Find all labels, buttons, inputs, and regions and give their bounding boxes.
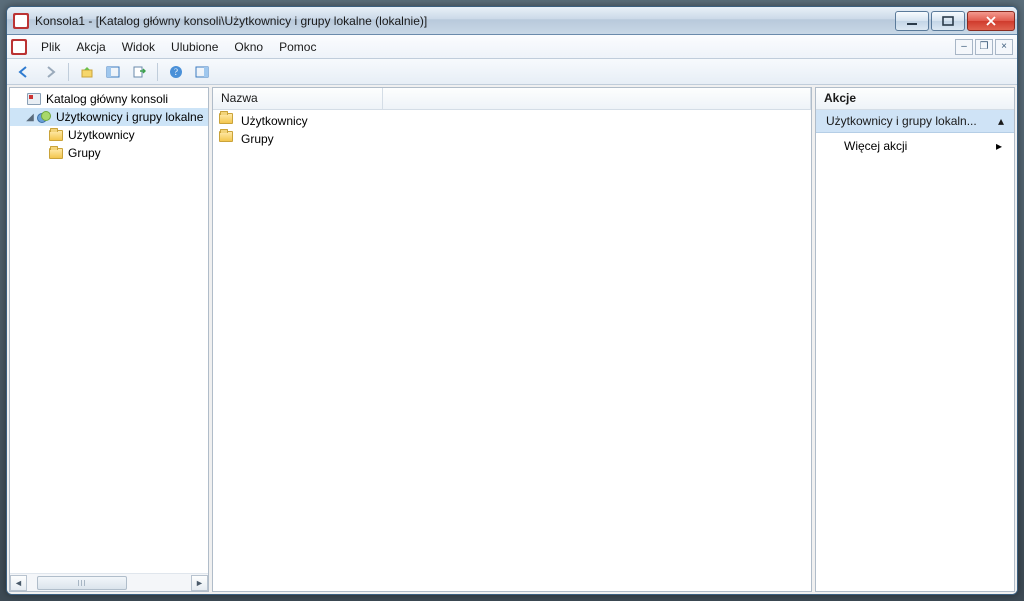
folder-up-icon <box>80 65 94 79</box>
tree-groups-label: Grupy <box>68 146 101 160</box>
toolbar: ? <box>7 59 1017 85</box>
minimize-button[interactable] <box>895 11 929 31</box>
scroll-track[interactable] <box>27 575 191 591</box>
scroll-right-button[interactable]: ► <box>191 575 208 591</box>
toolbar-separator <box>68 63 69 81</box>
actions-group-header[interactable]: Użytkownicy i grupy lokaln... ▴ <box>816 110 1014 133</box>
list-item-users[interactable]: Użytkownicy <box>213 112 811 130</box>
list-body: Użytkownicy Grupy <box>213 110 811 591</box>
actions-pane: Akcje Użytkownicy i grupy lokaln... ▴ Wi… <box>815 87 1015 592</box>
window-title: Konsola1 - [Katalog główny konsoli\Użytk… <box>35 14 893 28</box>
chevron-down-icon[interactable]: ◢ <box>24 112 36 123</box>
toolbar-separator <box>157 63 158 81</box>
minimize-icon <box>906 16 918 26</box>
window-controls <box>893 11 1015 31</box>
action-pane-icon <box>195 65 209 79</box>
console-root-icon <box>26 91 42 107</box>
tree-users-label: Użytkownicy <box>68 128 135 142</box>
chevron-right-icon: ▸ <box>996 139 1002 153</box>
titlebar[interactable]: Konsola1 - [Katalog główny konsoli\Użytk… <box>7 7 1017 35</box>
maximize-icon <box>942 16 954 26</box>
tree-pane-icon <box>106 65 120 79</box>
folder-icon <box>48 145 64 161</box>
arrow-right-icon <box>43 65 57 79</box>
actions-header-label: Akcje <box>824 91 856 105</box>
app-icon <box>13 13 29 29</box>
mdi-close-button[interactable]: × <box>995 39 1013 55</box>
maximize-button[interactable] <box>931 11 965 31</box>
close-button[interactable] <box>967 11 1015 31</box>
export-icon <box>132 65 146 79</box>
list-item-groups[interactable]: Grupy <box>213 130 811 148</box>
up-button[interactable] <box>76 61 98 83</box>
list-item-label: Użytkownicy <box>241 114 308 128</box>
svg-text:?: ? <box>174 67 178 77</box>
chevron-up-icon: ▴ <box>998 114 1004 128</box>
tree-pane: Katalog główny konsoli ◢ Użytkownicy i g… <box>9 87 209 592</box>
help-icon: ? <box>169 65 183 79</box>
close-icon <box>985 16 997 26</box>
mdi-minimize-button[interactable]: – <box>955 39 973 55</box>
column-headers: Nazwa <box>213 88 811 110</box>
document-icon <box>11 39 27 55</box>
actions-more[interactable]: Więcej akcji ▸ <box>816 133 1014 159</box>
show-hide-tree-button[interactable] <box>102 61 124 83</box>
menu-window[interactable]: Okno <box>226 37 271 57</box>
folder-icon <box>219 131 235 147</box>
mdi-restore-button[interactable]: ❐ <box>975 39 993 55</box>
menu-favorites[interactable]: Ulubione <box>163 37 226 57</box>
users-groups-icon <box>36 109 52 125</box>
scroll-left-button[interactable]: ◄ <box>10 575 27 591</box>
tree-groups[interactable]: Grupy <box>10 144 208 162</box>
column-name-label: Nazwa <box>221 91 258 105</box>
menubar: Plik Akcja Widok Ulubione Okno Pomoc – ❐… <box>7 35 1017 59</box>
tree-root-label: Katalog główny konsoli <box>46 92 168 106</box>
tree-users-and-groups[interactable]: ◢ Użytkownicy i grupy lokalne <box>10 108 208 126</box>
column-spacer[interactable] <box>383 88 811 109</box>
tree-root[interactable]: Katalog główny konsoli <box>10 90 208 108</box>
forward-button[interactable] <box>39 61 61 83</box>
tree-users-and-groups-label: Użytkownicy i grupy lokalne <box>56 110 203 124</box>
folder-icon <box>219 113 235 129</box>
export-list-button[interactable] <box>128 61 150 83</box>
list-item-label: Grupy <box>241 132 274 146</box>
show-hide-action-pane-button[interactable] <box>191 61 213 83</box>
arrow-left-icon <box>17 65 31 79</box>
content-area: Katalog główny konsoli ◢ Użytkownicy i g… <box>7 85 1017 594</box>
menu-view[interactable]: Widok <box>114 37 163 57</box>
list-pane: Nazwa Użytkownicy Grupy <box>212 87 812 592</box>
help-button[interactable]: ? <box>165 61 187 83</box>
mmc-window: Konsola1 - [Katalog główny konsoli\Użytk… <box>6 6 1018 595</box>
tree-body: Katalog główny konsoli ◢ Użytkownicy i g… <box>10 88 208 573</box>
folder-icon <box>48 127 64 143</box>
horizontal-scrollbar[interactable]: ◄ ► <box>10 573 208 591</box>
back-button[interactable] <box>13 61 35 83</box>
menu-help[interactable]: Pomoc <box>271 37 324 57</box>
menu-file[interactable]: Plik <box>33 37 68 57</box>
actions-more-label: Więcej akcji <box>844 139 907 153</box>
scroll-thumb[interactable] <box>37 576 127 590</box>
actions-header: Akcje <box>816 88 1014 110</box>
tree-users[interactable]: Użytkownicy <box>10 126 208 144</box>
actions-group-label: Użytkownicy i grupy lokaln... <box>826 114 977 128</box>
column-name[interactable]: Nazwa <box>213 88 383 109</box>
menu-action[interactable]: Akcja <box>68 37 113 57</box>
